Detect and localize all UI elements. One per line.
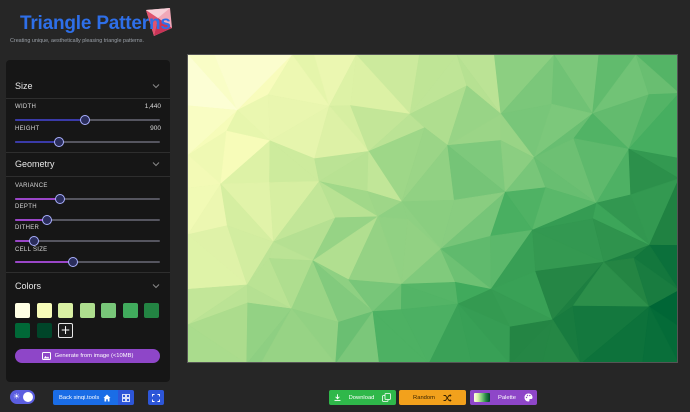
chevron-down-icon[interactable] (152, 82, 160, 90)
color-swatch[interactable] (36, 323, 52, 338)
app-title: Triangle Patterns (20, 13, 171, 34)
color-swatch[interactable] (15, 323, 30, 338)
dither-slider[interactable] (15, 236, 160, 246)
generate-from-image-button[interactable]: Generate from image (<10MB) (15, 349, 160, 363)
toggle-knob (23, 392, 33, 402)
divider (6, 176, 170, 177)
dither-label: DITHER (15, 225, 40, 231)
back-label: Back sinqi.tools (59, 394, 100, 401)
width-value: 1,440 (144, 103, 161, 110)
image-icon (41, 352, 51, 360)
home-icon (103, 394, 111, 401)
grid-icon (122, 393, 130, 402)
cell-size-slider[interactable] (15, 257, 160, 267)
settings-sidebar: Size WIDTH 1,440 HEIGHT 900 Geometry VAR… (6, 60, 170, 382)
variance-slider-fill (15, 198, 60, 200)
triangle-pattern (188, 55, 677, 362)
divider (6, 152, 170, 153)
height-slider[interactable] (15, 137, 160, 147)
fullscreen-button[interactable] (148, 390, 164, 405)
height-slider-fill (15, 141, 59, 143)
palette-label: Palette (497, 394, 517, 401)
variance-slider-thumb[interactable] (54, 194, 65, 204)
color-swatch[interactable] (15, 303, 30, 318)
fullscreen-icon (152, 393, 160, 402)
cell-size-slider-fill (15, 261, 73, 263)
width-slider[interactable] (15, 115, 160, 125)
download-button[interactable]: Download (329, 390, 396, 405)
color-swatch[interactable] (79, 303, 95, 318)
depth-label: DEPTH (15, 204, 37, 210)
download-label: Download (348, 394, 375, 401)
app-header: Triangle Patterns Creating unique, aesth… (0, 0, 172, 52)
height-label: HEIGHT (15, 126, 40, 132)
add-color-button[interactable]: + (58, 323, 73, 338)
width-slider-fill (15, 119, 85, 121)
palette-icon (524, 393, 533, 402)
divider (6, 98, 170, 99)
color-swatch[interactable] (122, 303, 138, 318)
theme-toggle[interactable]: ☀ (10, 390, 35, 404)
divider (6, 272, 170, 273)
pattern-preview-canvas (187, 54, 678, 363)
color-swatch[interactable] (101, 303, 116, 318)
generate-from-image-label: Generate from image (<10MB) (54, 353, 134, 359)
chevron-down-icon[interactable] (152, 282, 160, 290)
height-slider-thumb[interactable] (53, 137, 64, 147)
cell-size-label: CELL SIZE (15, 247, 48, 253)
variance-slider[interactable] (15, 194, 160, 204)
sun-icon: ☀ (13, 392, 21, 401)
color-swatch[interactable] (144, 303, 159, 318)
color-swatch[interactable] (36, 303, 52, 318)
width-label: WIDTH (15, 104, 37, 110)
download-icon (334, 394, 341, 401)
copy-icon (382, 393, 392, 402)
shuffle-icon (443, 393, 452, 402)
depth-slider-thumb[interactable] (41, 215, 52, 225)
size-section-heading[interactable]: Size (15, 81, 33, 91)
geometry-section-heading[interactable]: Geometry (15, 159, 55, 169)
colors-section-heading[interactable]: Colors (15, 281, 41, 291)
chevron-down-icon[interactable] (152, 160, 160, 168)
app-subtitle: Creating unique, aesthetically pleasing … (10, 38, 144, 44)
apps-grid-button[interactable] (118, 390, 134, 405)
palette-button[interactable]: Palette (470, 390, 537, 405)
random-button[interactable]: Random (399, 390, 466, 405)
palette-preview (473, 393, 490, 402)
depth-slider[interactable] (15, 215, 160, 225)
cell-size-slider-thumb[interactable] (68, 257, 78, 267)
width-slider-thumb[interactable] (79, 115, 90, 125)
height-value: 900 (150, 125, 161, 132)
random-label: Random (413, 394, 435, 401)
back-to-sinqi-tools-button[interactable]: Back sinqi.tools (53, 390, 118, 405)
dither-slider-thumb[interactable] (28, 236, 39, 246)
variance-label: VARIANCE (15, 183, 48, 189)
color-swatch[interactable] (58, 303, 73, 318)
